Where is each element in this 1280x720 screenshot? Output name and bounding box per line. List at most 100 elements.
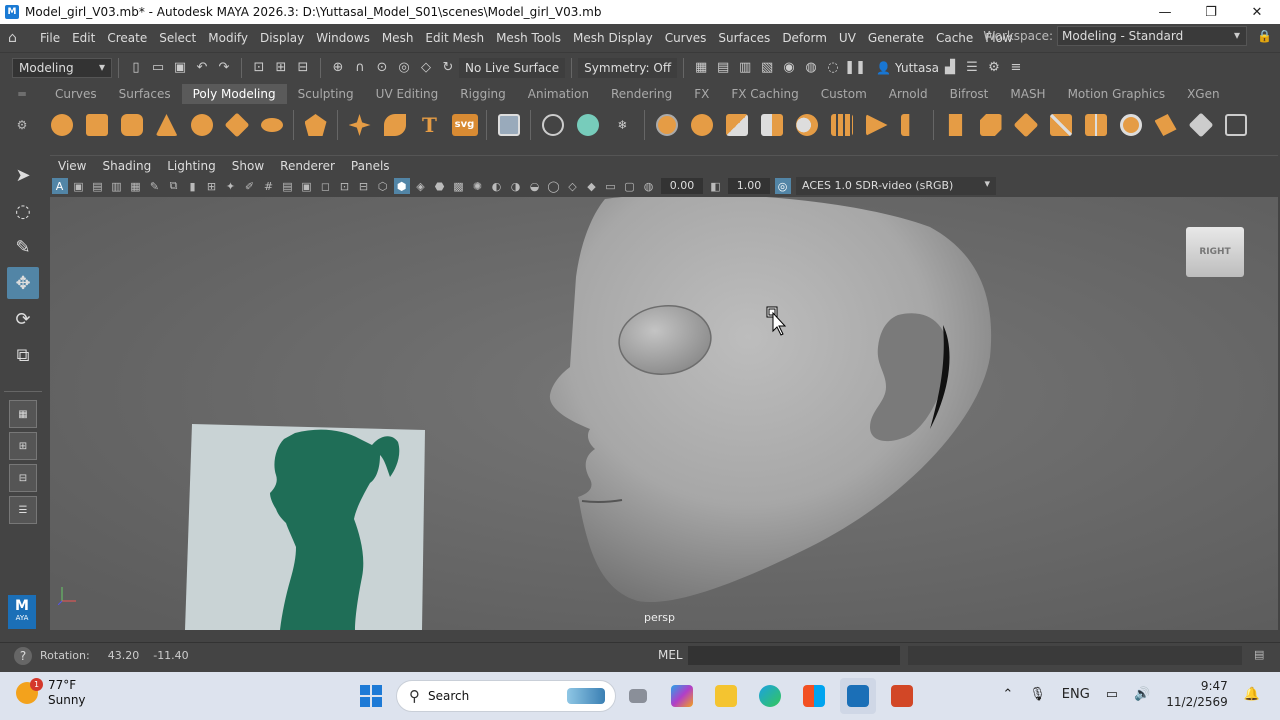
menu-edit-mesh[interactable]: Edit Mesh [419,31,490,45]
lock-icon[interactable]: 🔒 [1257,29,1272,43]
menu-mesh[interactable]: Mesh [376,31,420,45]
task-view-icon[interactable] [620,678,656,714]
menu-deform[interactable]: Deform [776,31,833,45]
menu-file[interactable]: File [34,31,66,45]
menu-edit[interactable]: Edit [66,31,101,45]
hypershade-icon[interactable]: ◉ [780,59,798,77]
motion-blur-icon[interactable]: ◑ [508,178,524,194]
panel-menu-show[interactable]: Show [224,159,272,173]
render-settings-icon[interactable]: ▧ [758,59,776,77]
menu-uv[interactable]: UV [833,31,862,45]
user-account[interactable]: 👤 Yuttasa [876,61,939,75]
microphone-icon[interactable]: 🎙 [1029,687,1046,702]
close-button[interactable]: ✕ [1234,0,1280,24]
grid-fill-icon[interactable] [827,110,857,140]
select-object-icon[interactable]: ⊞ [272,59,290,77]
display-icon[interactable]: ▭ [1106,687,1118,702]
viewcube[interactable]: RIGHT [1186,227,1244,277]
gate-mask-icon[interactable]: ✐ [242,178,258,194]
shelf-tab-curves[interactable]: Curves [44,84,108,104]
shelf-tab-rendering[interactable]: Rendering [600,84,683,104]
microsoft-store-icon[interactable] [796,678,832,714]
bookmarks-icon[interactable]: ▤ [90,178,106,194]
redo-icon[interactable]: ↷ [215,59,233,77]
camera-attributes-icon[interactable]: ▣ [71,178,87,194]
poly-torus-icon[interactable] [187,110,217,140]
chevron-up-icon[interactable]: ⌃ [1002,687,1013,702]
image-plane-icon[interactable]: ▥ [109,178,125,194]
quad-draw-icon[interactable] [1151,110,1181,140]
help-icon[interactable]: ? [14,646,32,665]
attribute-editor-icon[interactable]: ☰ [963,59,981,77]
poly-cone-icon[interactable] [152,110,182,140]
lights-icon[interactable]: ✺ [470,178,486,194]
exposure-icon[interactable]: ◍ [641,178,657,194]
maya-taskbar-icon[interactable] [840,678,876,714]
sweep-mesh-icon[interactable] [380,110,410,140]
live-surface-field[interactable]: No Live Surface [459,57,566,78]
select-camera-icon[interactable]: A [51,178,68,194]
menu-cache[interactable]: Cache [930,31,979,45]
channel-box-icon[interactable]: ≡ [1007,59,1025,77]
tool-settings-icon[interactable]: ⚙ [985,59,1003,77]
poly-cylinder-icon[interactable] [117,110,147,140]
shelf-tab-xgen[interactable]: XGen [1176,84,1231,104]
file-explorer-icon[interactable] [708,678,744,714]
volume-icon[interactable]: 🔊 [1134,687,1150,702]
shelf-tab-custom[interactable]: Custom [810,84,878,104]
platonic-solid-icon[interactable] [301,110,331,140]
lock-camera-icon[interactable]: ▮ [185,178,201,194]
reduce-icon[interactable] [687,110,717,140]
shelf-tab-animation[interactable]: Animation [517,84,600,104]
menu-create[interactable]: Create [101,31,153,45]
script-language-toggle[interactable]: MEL [658,648,683,662]
color-management-icon[interactable]: ◎ [774,178,791,194]
home-icon[interactable]: ⌂ [8,30,26,46]
shadows-icon[interactable]: ▩ [451,178,467,194]
menuset-dropdown[interactable]: Modeling [12,57,112,78]
outliner-layout-icon[interactable]: ☰ [9,496,37,524]
snap-view-icon[interactable]: ◎ [395,59,413,77]
measure-tool-icon[interactable] [538,110,568,140]
move-tool-icon[interactable]: ✥ [7,267,39,299]
powerpoint-icon[interactable] [884,678,920,714]
lasso-tool-icon[interactable]: ◌ [7,195,39,227]
ambient-occlusion-icon[interactable]: ◐ [489,178,505,194]
menu-modify[interactable]: Modify [202,31,254,45]
multi-cut-icon[interactable] [1046,110,1076,140]
grid-icon[interactable]: # [261,178,277,194]
relax-tool-icon[interactable] [573,110,603,140]
side-by-side-layout-icon[interactable]: ⊟ [9,464,37,492]
panel-menu-shading[interactable]: Shading [94,159,159,173]
poly-plane-icon[interactable] [222,110,252,140]
menu-mesh-display[interactable]: Mesh Display [567,31,659,45]
reference-image-plane[interactable] [185,424,425,630]
insert-edge-loop-icon[interactable] [1081,110,1111,140]
safe-title-icon[interactable]: ◻ [318,178,334,194]
shelf-tab-mash[interactable]: MASH [999,84,1056,104]
use-all-lights-icon[interactable]: ⬣ [432,178,448,194]
snowflake-icon[interactable]: ❄ [608,110,638,140]
uv-editor-icon[interactable] [494,110,524,140]
combine-icon[interactable] [722,110,752,140]
exposure-field[interactable]: 0.00 [661,178,703,194]
camera-icon[interactable]: ⧉ [166,178,182,194]
snap-curve-icon[interactable]: ∩ [351,59,369,77]
notifications-icon[interactable]: 🔔 [1244,687,1260,702]
append-polygon-icon[interactable] [1011,110,1041,140]
shelf-tab-uv-editing[interactable]: UV Editing [365,84,450,104]
single-view-layout-icon[interactable]: ▦ [9,400,37,428]
mirror-icon[interactable] [862,110,892,140]
windows-start-icon[interactable] [360,685,382,707]
language-indicator[interactable]: ENG [1062,687,1090,702]
xray-icon[interactable]: ◇ [565,178,581,194]
gamma-icon[interactable]: ◧ [708,178,724,194]
xray-joints-icon[interactable]: ◆ [584,178,600,194]
taskbar-clock[interactable]: 9:47 11/2/2569 [1166,678,1228,710]
menu-generate[interactable]: Generate [862,31,930,45]
menu-windows[interactable]: Windows [310,31,376,45]
maximize-button[interactable]: ❐ [1188,0,1234,24]
snap-live-icon[interactable]: ↻ [439,59,457,77]
safe-action-icon[interactable]: ▣ [299,178,315,194]
select-tool-icon[interactable]: ➤ [7,159,39,191]
